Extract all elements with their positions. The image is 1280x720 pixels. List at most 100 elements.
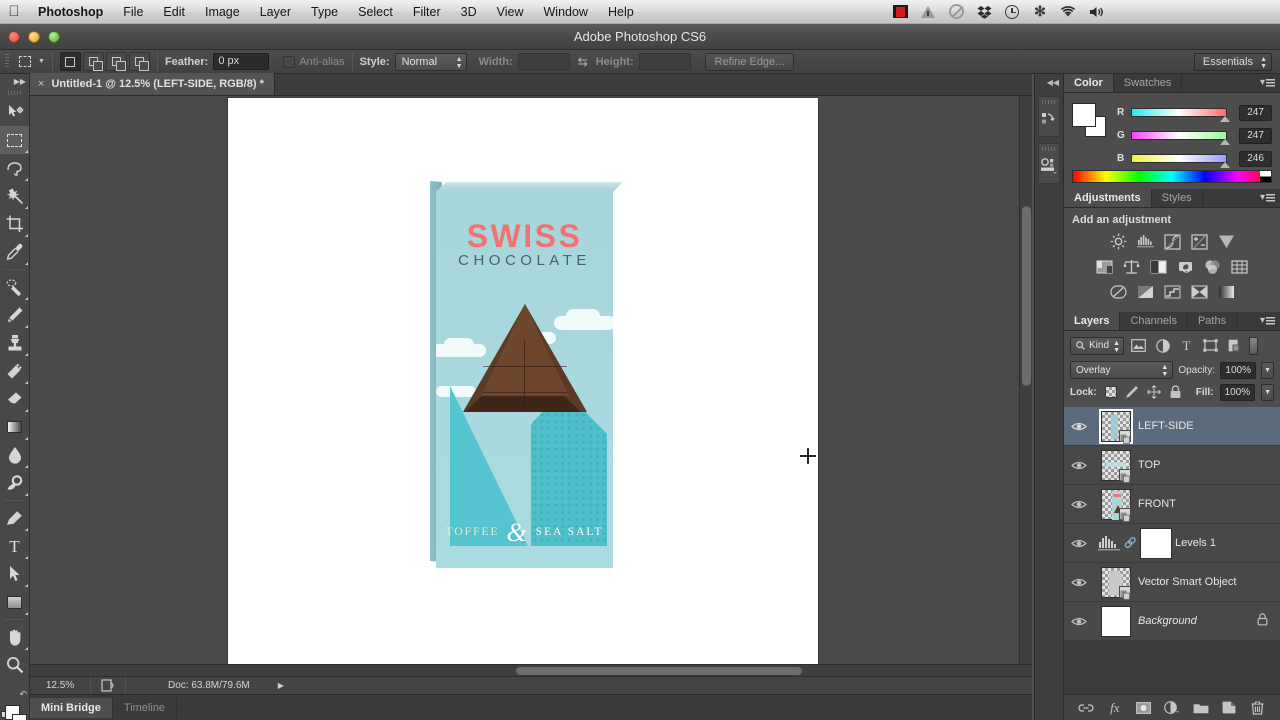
properties-group-grip[interactable] — [1039, 144, 1059, 153]
crop-tool[interactable] — [0, 210, 29, 238]
height-input[interactable] — [638, 53, 691, 70]
channel-slider-knob[interactable] — [1220, 139, 1231, 145]
magic-wand-tool[interactable] — [0, 182, 29, 210]
new-layer-icon[interactable] — [1219, 698, 1239, 718]
filter-smart-object-icon[interactable] — [1225, 337, 1244, 355]
intersect-selection-button[interactable] — [128, 52, 150, 71]
menu-item-photoshop[interactable]: Photoshop — [28, 0, 113, 24]
filter-shape-icon[interactable] — [1201, 337, 1220, 355]
canvas-vertical-scrollbar[interactable] — [1019, 96, 1032, 676]
rectangle-tool[interactable] — [0, 588, 29, 616]
tab-timeline[interactable]: Timeline — [113, 697, 178, 718]
gradient-tool[interactable] — [0, 413, 29, 441]
layers-panel-menu-icon[interactable]: ▾ — [1260, 315, 1275, 326]
photo-filter-icon[interactable] — [1176, 257, 1196, 276]
layer-name[interactable]: TOP — [1138, 459, 1280, 471]
spot-healing-brush-tool[interactable] — [0, 273, 29, 301]
dodge-tool[interactable] — [0, 469, 29, 497]
invert-icon[interactable] — [1108, 282, 1128, 301]
lock-all-icon[interactable] — [1168, 384, 1184, 400]
fill-dropdown-icon[interactable]: ▼ — [1261, 383, 1274, 401]
new-group-icon[interactable] — [1191, 698, 1211, 718]
channel-slider-g[interactable] — [1130, 131, 1231, 145]
tab-mini-bridge[interactable]: Mini Bridge — [30, 697, 113, 718]
expand-panels-icon[interactable]: ◀◀ — [1035, 74, 1063, 90]
opacity-dropdown-icon[interactable]: ▼ — [1261, 361, 1274, 379]
layer-thumbnail-wrap[interactable] — [1094, 566, 1138, 600]
layer-thumbnail[interactable] — [1101, 488, 1131, 522]
channel-slider-b[interactable] — [1130, 154, 1231, 168]
tab-swatches[interactable]: Swatches — [1113, 74, 1183, 92]
tab-color[interactable]: Color — [1064, 74, 1114, 92]
hue-saturation-icon[interactable] — [1095, 257, 1115, 276]
swap-colors-icon[interactable]: ↶ — [19, 689, 27, 700]
canvas-horizontal-scrollbar[interactable] — [30, 664, 1032, 676]
artboard[interactable]: SWISS CHOCOLATE TOFFEE & SEA SALT — [228, 98, 818, 676]
threshold-icon[interactable] — [1162, 282, 1182, 301]
close-document-icon[interactable]: × — [38, 78, 44, 90]
channel-mixer-icon[interactable] — [1203, 257, 1223, 276]
filter-toggle-switch[interactable] — [1249, 336, 1259, 355]
horizontal-scroll-thumb[interactable] — [516, 667, 802, 675]
history-brush-tool[interactable] — [0, 357, 29, 385]
subtract-from-selection-button[interactable] — [105, 52, 127, 71]
collapse-tools-icon[interactable]: ▶▶ — [0, 74, 29, 88]
layer-style-icon[interactable]: fx — [1105, 698, 1125, 718]
eraser-tool[interactable] — [0, 385, 29, 413]
color-balance-icon[interactable] — [1122, 257, 1142, 276]
table-row[interactable]: TOP — [1064, 446, 1280, 485]
layer-name[interactable]: Background — [1138, 615, 1257, 627]
adjustment-layer-thumbnail[interactable] — [1094, 535, 1124, 551]
layer-visibility-toggle[interactable] — [1064, 421, 1094, 432]
warning-triangle-icon[interactable] — [914, 0, 942, 24]
layer-mask-icon[interactable] — [1133, 698, 1153, 718]
layer-name[interactable]: Vector Smart Object — [1138, 576, 1280, 588]
layer-name[interactable]: FRONT — [1138, 498, 1280, 510]
zoom-tool[interactable] — [0, 651, 29, 679]
dropbox-icon[interactable] — [970, 0, 998, 24]
status-menu-arrow-icon[interactable]: ▶ — [278, 681, 284, 690]
path-selection-tool[interactable] — [0, 560, 29, 588]
layer-thumbnail[interactable] — [1101, 449, 1131, 483]
creative-cloud-icon[interactable] — [942, 0, 970, 24]
document-preview-icon[interactable] — [91, 679, 125, 692]
layer-visibility-toggle[interactable] — [1064, 460, 1094, 471]
link-layers-icon[interactable] — [1076, 698, 1096, 718]
tab-channels[interactable]: Channels — [1120, 312, 1188, 330]
menu-item-type[interactable]: Type — [301, 0, 348, 24]
menu-item-layer[interactable]: Layer — [250, 0, 301, 24]
table-row[interactable]: FRONT — [1064, 485, 1280, 524]
color-panel-menu-icon[interactable]: ▾ — [1260, 77, 1275, 88]
history-group-grip[interactable] — [1039, 97, 1059, 106]
options-bar-grip[interactable] — [0, 50, 14, 74]
type-tool[interactable]: T — [0, 532, 29, 560]
color-lookup-icon[interactable] — [1230, 257, 1250, 276]
table-row[interactable]: Background — [1064, 602, 1280, 641]
layer-thumbnail-wrap[interactable] — [1094, 449, 1138, 483]
delete-layer-icon[interactable] — [1248, 698, 1268, 718]
bluetooth-icon[interactable]: ✻ — [1026, 0, 1054, 24]
apple-logo-icon[interactable]:  — [0, 4, 28, 19]
zoom-level-field[interactable]: 12.5% — [30, 680, 90, 691]
posterize-icon[interactable] — [1135, 282, 1155, 301]
history-panel-icon[interactable] — [1039, 106, 1059, 132]
foreground-color-chip[interactable] — [1072, 103, 1096, 127]
menu-item-3d[interactable]: 3D — [451, 0, 487, 24]
layer-name[interactable]: Levels 1 — [1175, 537, 1280, 549]
lasso-tool[interactable] — [0, 154, 29, 182]
refine-edge-button[interactable]: Refine Edge... — [704, 52, 795, 71]
style-select[interactable]: Normal ▲ ▼ — [394, 52, 467, 71]
menu-item-file[interactable]: File — [113, 0, 153, 24]
curves-icon[interactable] — [1162, 232, 1182, 251]
background-color-swatch[interactable] — [12, 714, 27, 720]
rectangular-marquee-tool[interactable] — [0, 126, 29, 154]
menu-item-view[interactable]: View — [487, 0, 534, 24]
tab-paths[interactable]: Paths — [1187, 312, 1238, 330]
layer-visibility-toggle[interactable] — [1064, 616, 1094, 627]
table-row[interactable]: Vector Smart Object — [1064, 563, 1280, 602]
table-row[interactable]: LEFT-SIDE — [1064, 407, 1280, 446]
layer-thumbnail[interactable] — [1101, 605, 1131, 637]
hand-tool[interactable] — [0, 623, 29, 651]
move-tool[interactable] — [0, 98, 29, 126]
menu-item-select[interactable]: Select — [348, 0, 403, 24]
